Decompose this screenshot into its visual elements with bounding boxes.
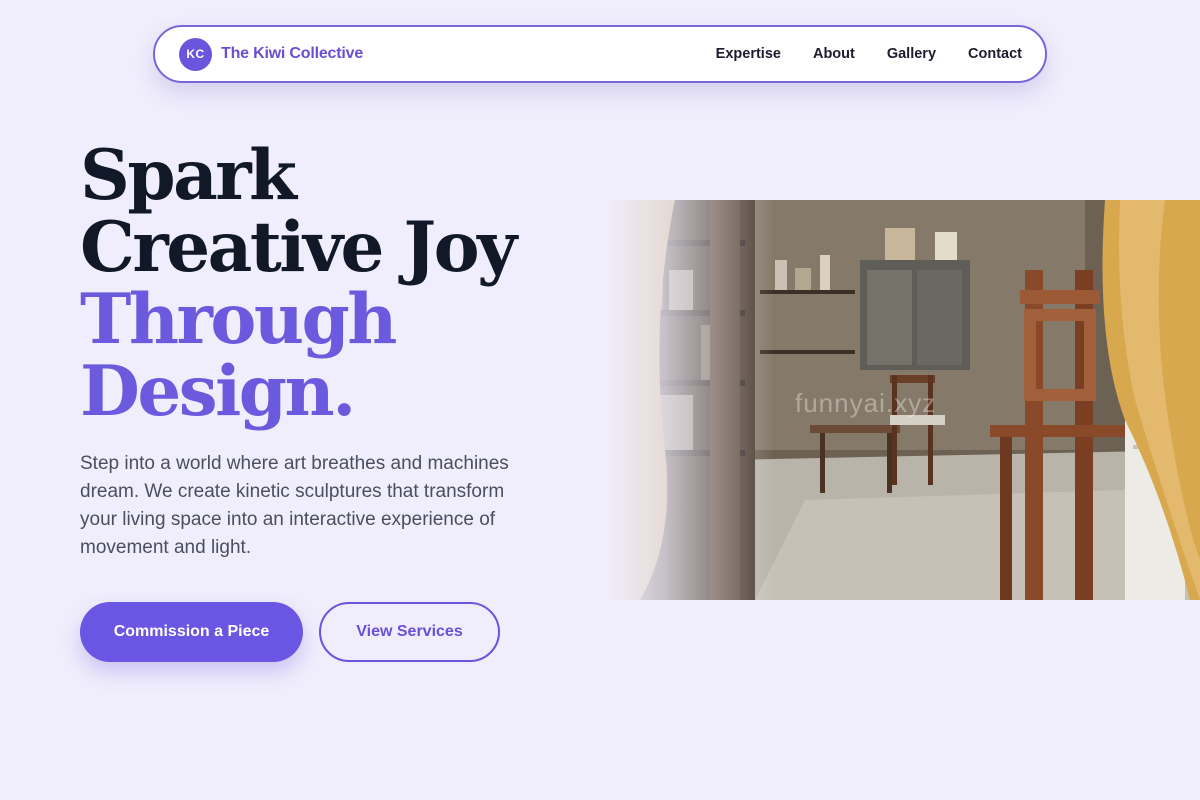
hero-headline: Spark Creative Joy Through Design. [80,140,600,428]
nav-link-contact[interactable]: Contact [968,46,1022,62]
workshop-photo: funnyai.xyz [605,200,1200,600]
nav-links: Expertise About Gallery Contact [716,46,1022,62]
landing-page: KC The Kiwi Collective Expertise About G… [0,0,1200,800]
headline-line-through: Through [80,279,397,360]
headline-line-creative-joy: Creative Joy [80,207,517,288]
nav-link-about[interactable]: About [813,46,855,62]
image-fade-overlay [605,200,775,600]
nav-link-expertise[interactable]: Expertise [716,46,781,62]
hero-description: Step into a world where art breathes and… [80,453,509,558]
brand-name[interactable]: The Kiwi Collective [221,45,363,63]
logo-badge[interactable]: KC [179,37,212,71]
headline-line-design: Design. [80,351,356,432]
commission-button[interactable]: Commission a Piece [80,602,303,662]
headline-line-spark: Spark [80,135,297,216]
nav-link-gallery[interactable]: Gallery [887,46,936,62]
image-watermark: funnyai.xyz [795,388,937,418]
top-navigation: KC The Kiwi Collective Expertise About G… [153,25,1047,83]
view-services-button[interactable]: View Services [319,602,500,662]
